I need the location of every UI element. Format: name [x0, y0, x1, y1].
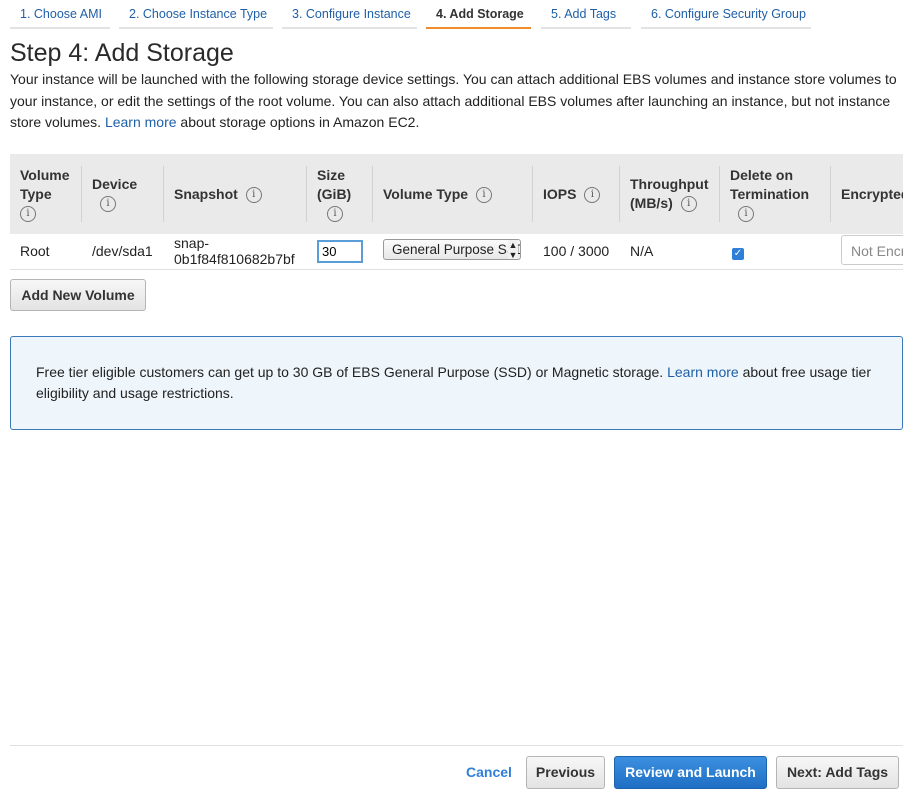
add-new-volume-button[interactable]: Add New Volume — [10, 279, 146, 311]
tab-choose-instance-type[interactable]: 2. Choose Instance Type — [119, 0, 273, 29]
page-title: Step 4: Add Storage — [10, 39, 234, 67]
info-icon[interactable]: i — [584, 186, 601, 203]
header-device: Device i — [82, 154, 164, 234]
intro-text: Your instance will be launched with the … — [10, 69, 905, 134]
cell-delete-on-termination: ✓ — [720, 234, 831, 269]
tab-configure-security-group[interactable]: 6. Configure Security Group — [641, 0, 811, 29]
header-delete-on-termination: Delete on Termination i — [720, 154, 831, 234]
free-tier-notice: Free tier eligible customers can get up … — [10, 336, 903, 430]
notice-body: Free tier eligible customers can get up … — [36, 364, 664, 380]
cell-size — [307, 234, 373, 269]
next-add-tags-button[interactable]: Next: Add Tags — [776, 756, 899, 789]
cell-iops: 100 / 3000 — [543, 243, 610, 260]
info-icon[interactable]: i — [245, 186, 262, 203]
footer-divider — [10, 745, 903, 746]
wizard-tabs: 1. Choose AMI 2. Choose Instance Type 3.… — [0, 0, 910, 32]
encrypted-field[interactable]: Not Encrypted — [841, 234, 903, 265]
info-icon[interactable]: i — [327, 205, 343, 222]
previous-button[interactable]: Previous — [526, 756, 605, 789]
table-header-row: Volume Type i Device i Snapshot i Size (… — [10, 154, 903, 234]
volume-type-select[interactable]: General Purpose SSD (gp2) ▲▼ — [383, 239, 521, 261]
header-volume-type-select: Volume Type i — [373, 154, 533, 234]
table-row: Root /dev/sda1 snap- 0b1f84f810682b7bf G… — [10, 234, 903, 269]
header-throughput: Throughput (MB/s) i — [620, 154, 720, 234]
review-and-launch-button[interactable]: Review and Launch — [614, 756, 767, 789]
info-icon[interactable]: i — [100, 196, 116, 213]
delete-on-termination-checkbox[interactable]: ✓ — [732, 247, 744, 260]
learn-more-free-tier-link[interactable]: Learn more — [667, 364, 739, 380]
info-icon[interactable]: i — [680, 196, 697, 213]
learn-more-storage-link[interactable]: Learn more — [105, 114, 177, 130]
cell-volume-type: Root — [20, 243, 50, 260]
cell-encrypted: Not Encrypted — [831, 234, 903, 269]
storage-table: Volume Type i Device i Snapshot i Size (… — [10, 154, 903, 270]
select-arrows-icon: ▲ ▼ — [508, 240, 518, 261]
info-icon[interactable]: i — [475, 186, 492, 203]
tab-choose-ami[interactable]: 1. Choose AMI — [10, 0, 110, 29]
size-input[interactable] — [317, 239, 363, 263]
tab-add-tags[interactable]: 5. Add Tags — [541, 0, 631, 29]
header-snapshot: Snapshot i — [164, 154, 307, 234]
header-volume-type: Volume Type i — [10, 154, 82, 234]
header-encrypted: Encrypted — [841, 185, 903, 202]
header-size: Size (GiB) i — [307, 154, 373, 234]
info-icon[interactable]: i — [20, 205, 36, 222]
info-icon[interactable]: i — [738, 205, 754, 222]
cell-device: /dev/sda1 — [92, 243, 153, 260]
cancel-link[interactable]: Cancel — [466, 764, 512, 780]
tab-add-storage[interactable]: 4. Add Storage — [426, 0, 531, 29]
intro-suffix: about storage options in Amazon EC2. — [180, 114, 420, 130]
cell-snapshot: snap- 0b1f84f810682b7bf — [174, 235, 295, 268]
cell-volume-type-select: General Purpose SSD (gp2) ▲▼ — [373, 234, 533, 269]
cell-throughput: N/A — [630, 243, 654, 260]
tab-configure-instance[interactable]: 3. Configure Instance — [282, 0, 417, 29]
header-iops: IOPS i — [533, 154, 620, 234]
